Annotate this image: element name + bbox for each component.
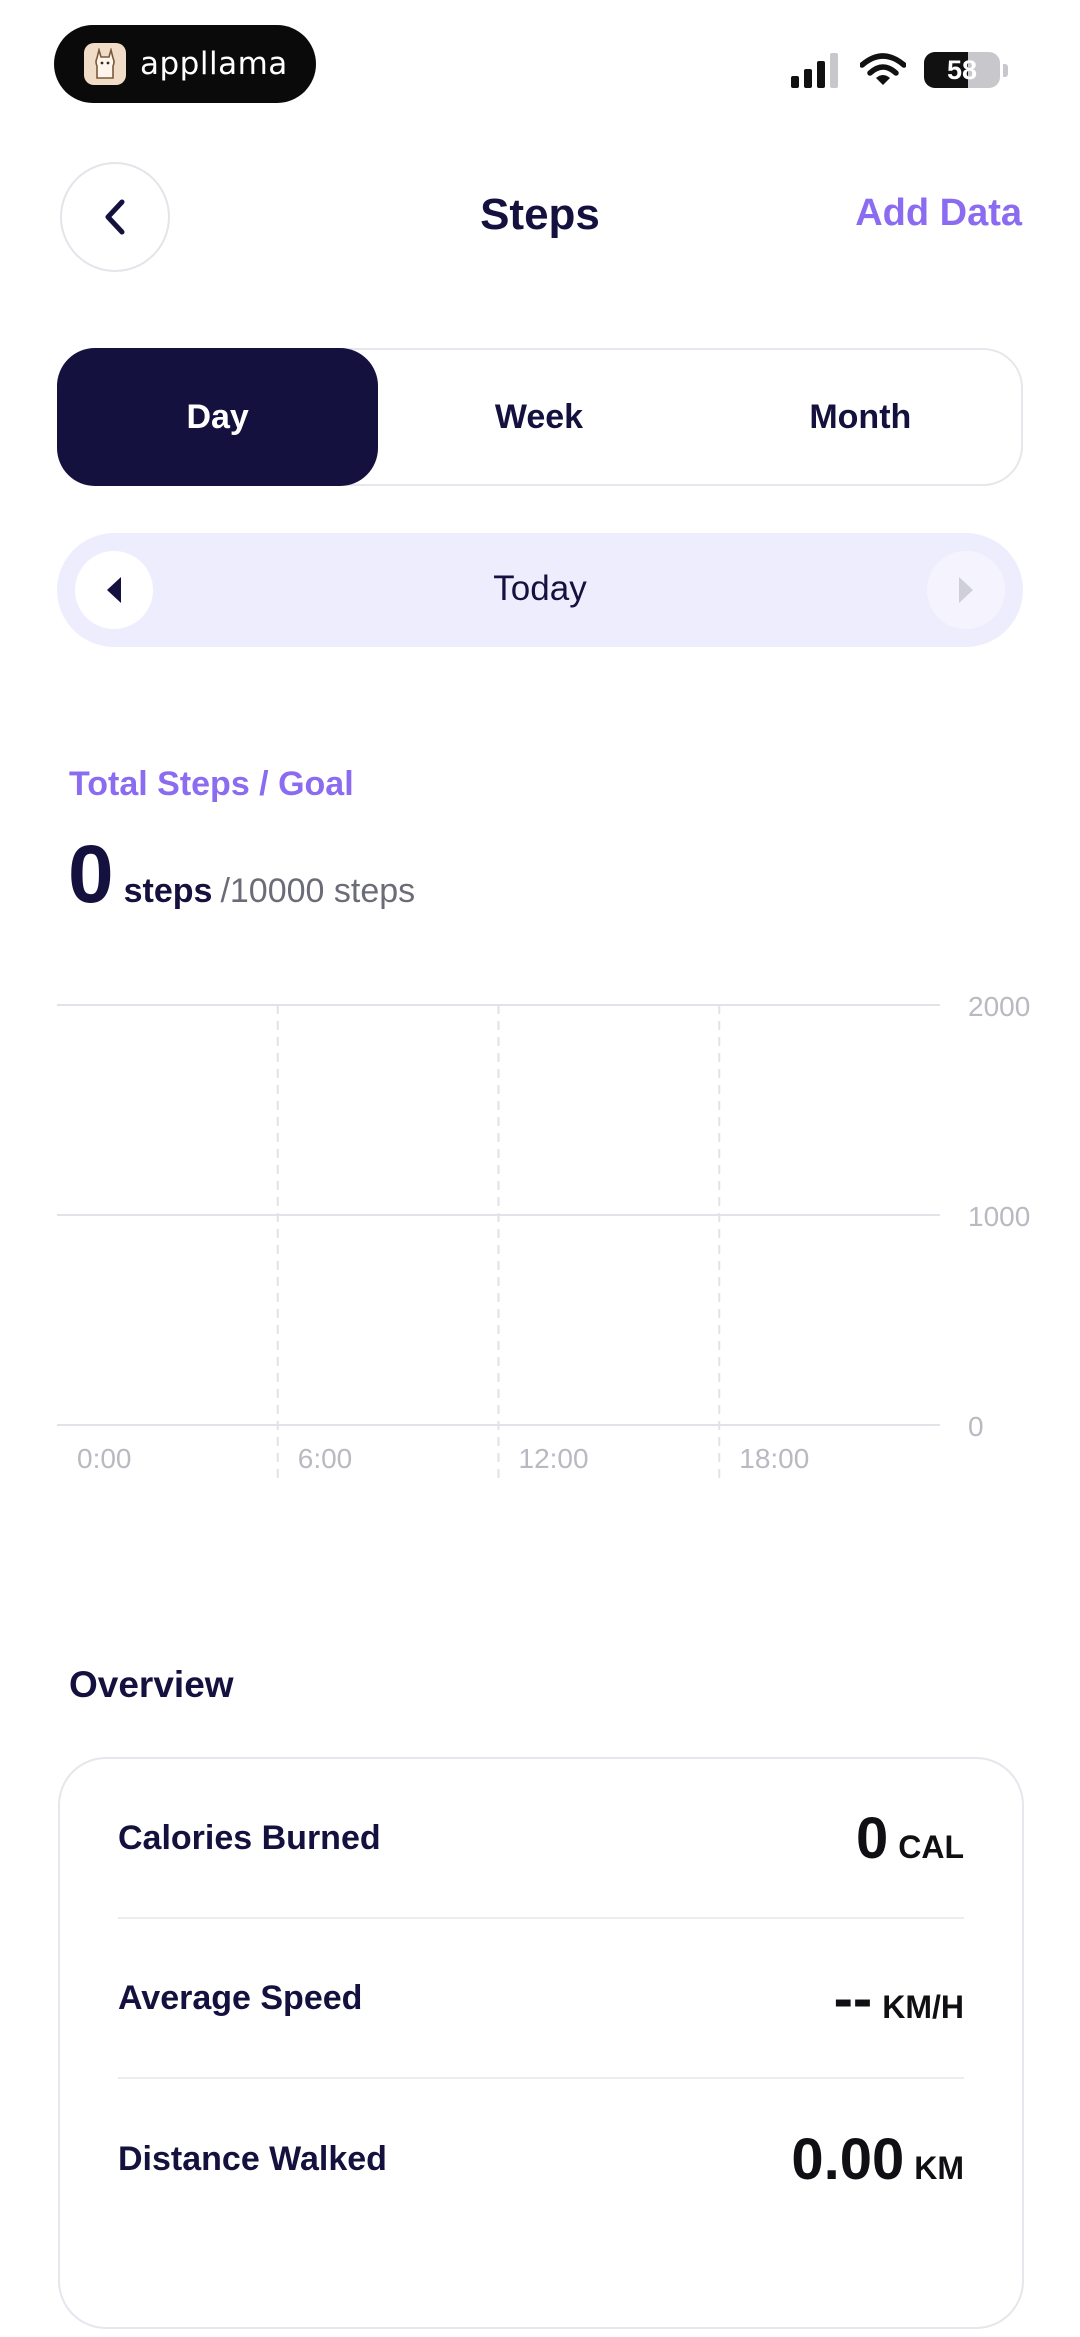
calories-value: 0 [855,1805,889,1871]
calories-value-group: 0 CAL [856,1805,964,1872]
speed-value-group: -- KM/H [834,1965,964,2032]
calories-label: Calories Burned [118,1818,381,1857]
speed-row: Average Speed -- KM/H [118,1919,964,2079]
distance-row: Distance Walked 0.00 KM [118,2079,964,2239]
speed-label: Average Speed [118,1978,363,2017]
overview-title: Overview [69,1664,234,1705]
battery-percent: 58 [946,54,978,85]
add-data-button[interactable]: Add Data [855,192,1022,235]
caret-right-icon [959,577,973,603]
next-day-button[interactable] [927,551,1005,629]
steps-unit: steps [123,872,213,910]
steps-screen: appllama 58 Steps Add Data Day Week Mont… [0,0,1080,2337]
cellular-signal-icon [791,52,838,88]
tab-month[interactable]: Month [700,350,1021,484]
calories-row: Calories Burned 0 CAL [118,1759,964,1919]
overview-card: Calories Burned 0 CAL Average Speed -- K… [58,1757,1024,2329]
speed-value: -- [833,1965,873,2031]
total-steps-label: Total Steps / Goal [69,765,354,803]
llama-logo-icon [84,43,126,85]
y-tick-label: 1000 [968,1201,1030,1232]
x-tick-label: 12:00 [519,1443,589,1474]
steps-goal: /10000 steps [220,872,416,910]
speed-unit: KM/H [882,1988,964,2025]
x-tick-label: 0:00 [77,1443,132,1474]
date-navigator: Today [57,533,1023,647]
tab-day[interactable]: Day [57,348,379,486]
period-segmented-control: Day Week Month [57,348,1023,486]
steps-value: 0 [68,829,114,920]
y-tick-label: 2000 [968,991,1030,1022]
distance-label: Distance Walked [118,2139,387,2178]
brand-pill: appllama [54,25,316,103]
battery-icon: 58 [924,52,1000,88]
tab-week[interactable]: Week [378,350,699,484]
status-icons: 58 [791,50,1008,90]
distance-value-group: 0.00 KM [791,2126,964,2193]
x-tick-label: 6:00 [298,1443,353,1474]
distance-unit: KM [914,2149,964,2186]
date-label: Today [493,569,587,608]
x-tick-label: 18:00 [739,1443,809,1474]
steps-total: 0 steps /10000 steps [68,834,415,924]
wifi-icon [860,53,906,85]
calories-unit: CAL [898,1828,964,1865]
brand-name: appllama [140,46,288,82]
distance-value: 0.00 [791,2126,905,2192]
steps-chart: 0 1000 2000 0:00 6:00 12:00 18:00 [57,991,1030,1485]
y-tick-label: 0 [968,1411,984,1442]
